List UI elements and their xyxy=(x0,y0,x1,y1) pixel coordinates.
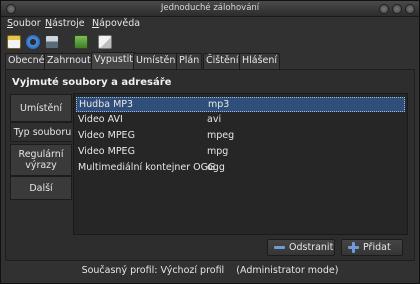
status-text: Současný profil: Výchozí profil (Adminis… xyxy=(81,265,339,276)
menu-soubor[interactable]: Soubor xyxy=(7,18,41,29)
window-title: Jednoduché zálohování xyxy=(160,3,260,13)
list-item[interactable]: Video MPEG mpeg xyxy=(76,129,405,144)
add-button-label: Přidat xyxy=(363,242,391,253)
remove-button-label: Odstranit xyxy=(289,242,334,253)
copy-icon[interactable] xyxy=(98,35,112,49)
side-tab-umisteni[interactable]: Umístění xyxy=(10,94,72,122)
side-tab-regularni-vyrazy[interactable]: Regulární výrazy xyxy=(10,144,72,176)
list-item-name: Video MPEG xyxy=(78,146,135,157)
status-bar: Současný profil: Výchozí profil (Adminis… xyxy=(1,265,419,281)
menu-napoveda[interactable]: Nápověda xyxy=(92,18,140,29)
plus-icon xyxy=(348,242,359,253)
list-item-name: Multimediální kontejner OGG xyxy=(78,162,216,173)
excluded-types-list[interactable]: Hudba MP3 mp3 Video AVI avi Video MPEG m… xyxy=(73,93,408,235)
section-title: Vyjmuté soubory a adresáře xyxy=(12,77,172,88)
list-item[interactable]: Multimediální kontejner OGG ogg xyxy=(76,161,405,176)
backup-icon[interactable] xyxy=(74,35,88,49)
save-icon[interactable] xyxy=(45,35,59,49)
close-button[interactable] xyxy=(405,4,415,14)
app-window: Jednoduché zálohování Soubor Nástroje Ná… xyxy=(0,0,420,284)
tab-plan[interactable]: Plán xyxy=(176,53,203,69)
list-item-name: Video MPEG xyxy=(78,130,135,141)
tab-zahrnout[interactable]: Zahrnout xyxy=(44,53,94,69)
minimize-button[interactable] xyxy=(379,4,389,14)
maximize-button[interactable] xyxy=(392,4,402,14)
list-item[interactable]: Hudba MP3 mp3 xyxy=(76,97,405,112)
tab-vypustit[interactable]: Vypustit xyxy=(91,52,136,69)
add-button[interactable]: Přidat xyxy=(341,239,403,256)
calendar-icon[interactable] xyxy=(7,35,21,49)
list-item-extension: avi xyxy=(207,114,222,125)
list-item[interactable]: Video AVI avi xyxy=(76,113,405,128)
toolbar xyxy=(1,32,419,52)
title-bar: Jednoduché zálohování xyxy=(1,1,419,17)
tab-hlaseni[interactable]: Hlášení xyxy=(239,53,281,69)
refresh-icon[interactable] xyxy=(26,35,40,49)
list-item[interactable]: Video MPEG mpg xyxy=(76,145,405,160)
side-tab-dalsi[interactable]: Další xyxy=(10,176,72,200)
list-item-extension: mpeg xyxy=(207,130,235,141)
menu-bar: Soubor Nástroje Nápověda xyxy=(1,17,419,32)
tab-obecne[interactable]: Obecné xyxy=(5,53,48,69)
list-item-name: Video AVI xyxy=(78,114,123,125)
tab-umisteni[interactable]: Umístění xyxy=(133,53,182,69)
minus-icon xyxy=(274,242,285,253)
remove-button[interactable]: Odstranit xyxy=(267,239,335,256)
list-item-extension: mp3 xyxy=(208,99,230,110)
tab-cisteni[interactable]: Čištění xyxy=(203,53,242,69)
list-item-extension: ogg xyxy=(207,162,225,173)
list-item-name: Hudba MP3 xyxy=(79,99,134,110)
list-item-extension: mpg xyxy=(207,146,229,157)
menu-nastroje[interactable]: Nástroje xyxy=(45,18,85,29)
side-tab-typ-souboru[interactable]: Typ souboru xyxy=(10,122,74,142)
